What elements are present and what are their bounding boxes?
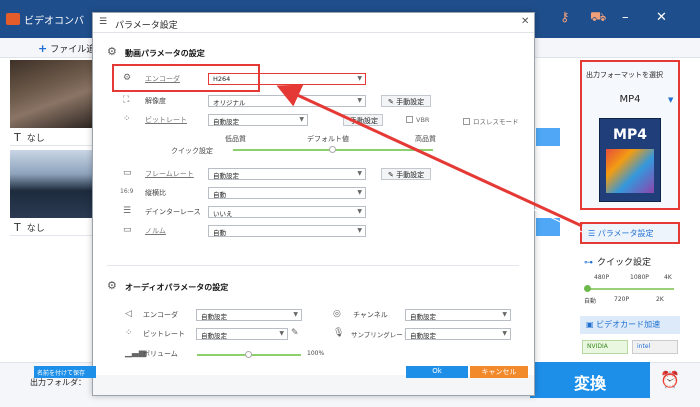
annotation-arrow	[276, 84, 583, 233]
